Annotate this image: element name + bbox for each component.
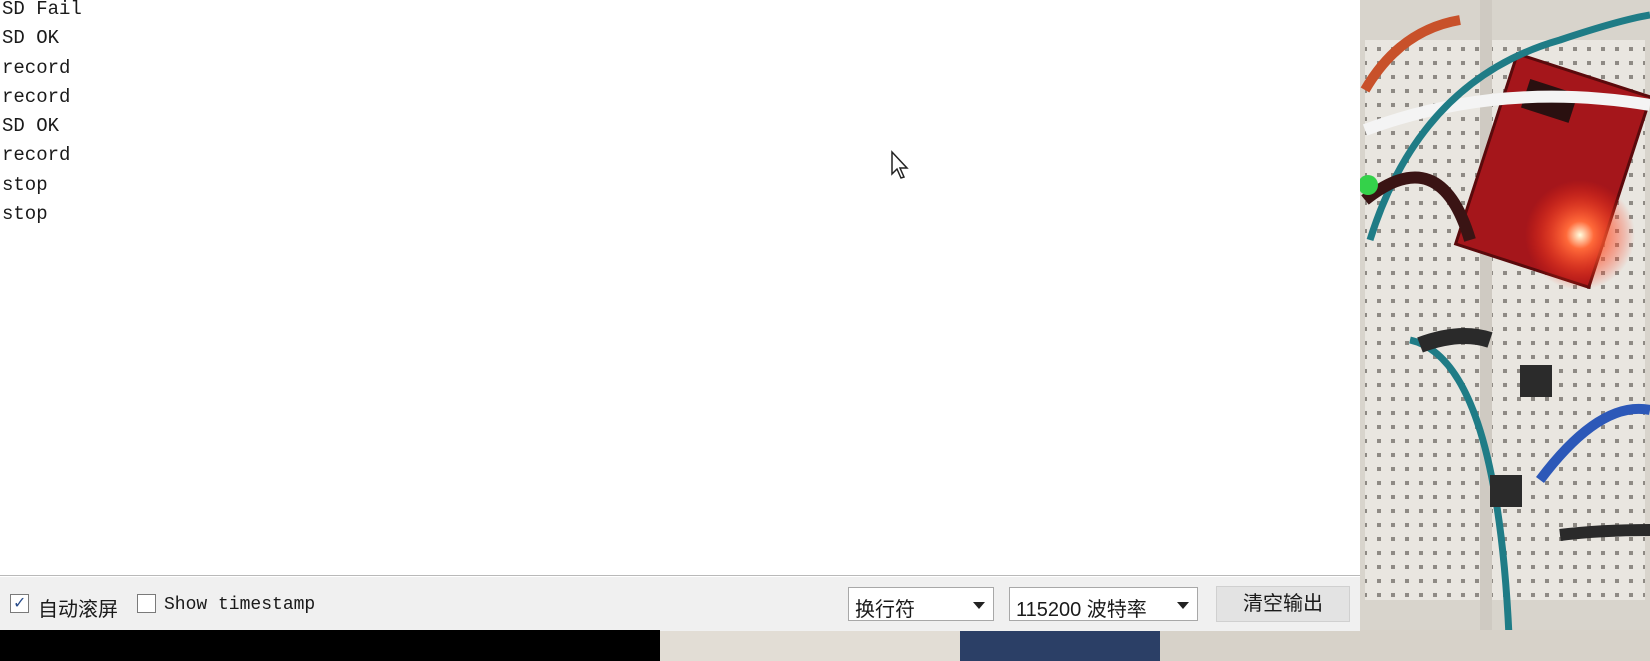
line-ending-select[interactable]: 换行符 xyxy=(848,587,994,621)
chevron-down-icon xyxy=(1177,602,1189,609)
baud-rate-select[interactable]: 115200 波特率 xyxy=(1009,587,1198,621)
baud-rate-value: 115200 波特率 xyxy=(1016,599,1147,621)
output-line: record xyxy=(2,144,71,167)
output-line: SD OK xyxy=(2,27,60,50)
show-timestamp-checkbox[interactable] xyxy=(137,594,156,613)
black-strip xyxy=(0,630,660,661)
clear-output-button[interactable]: 清空输出 xyxy=(1216,586,1350,622)
output-line: record xyxy=(2,85,71,108)
autoscroll-checkbox[interactable]: ✓ xyxy=(10,594,29,613)
output-line: stop xyxy=(2,173,48,196)
show-timestamp-label: Show timestamp xyxy=(164,595,316,615)
output-line: SD Fail xyxy=(2,0,82,20)
check-icon: ✓ xyxy=(13,595,27,612)
serial-output-lines: SD Fail SD OK record record SD OK record… xyxy=(0,0,82,229)
mouse-pointer-icon xyxy=(891,150,909,179)
serial-output-area[interactable]: SD Fail SD OK record record SD OK record… xyxy=(0,0,1360,576)
line-ending-value: 换行符 xyxy=(855,599,915,621)
serial-monitor-window: SD Fail SD OK record record SD OK record… xyxy=(0,0,1360,631)
output-line: stop xyxy=(2,203,48,226)
serial-controls-bar: ✓ 自动滚屏 Show timestamp 换行符 115200 波特率 清空输… xyxy=(0,576,1360,631)
autoscroll-label: 自动滚屏 xyxy=(38,599,118,621)
chevron-down-icon xyxy=(973,602,985,609)
output-line: record xyxy=(2,56,71,79)
output-line: SD OK xyxy=(2,115,60,138)
